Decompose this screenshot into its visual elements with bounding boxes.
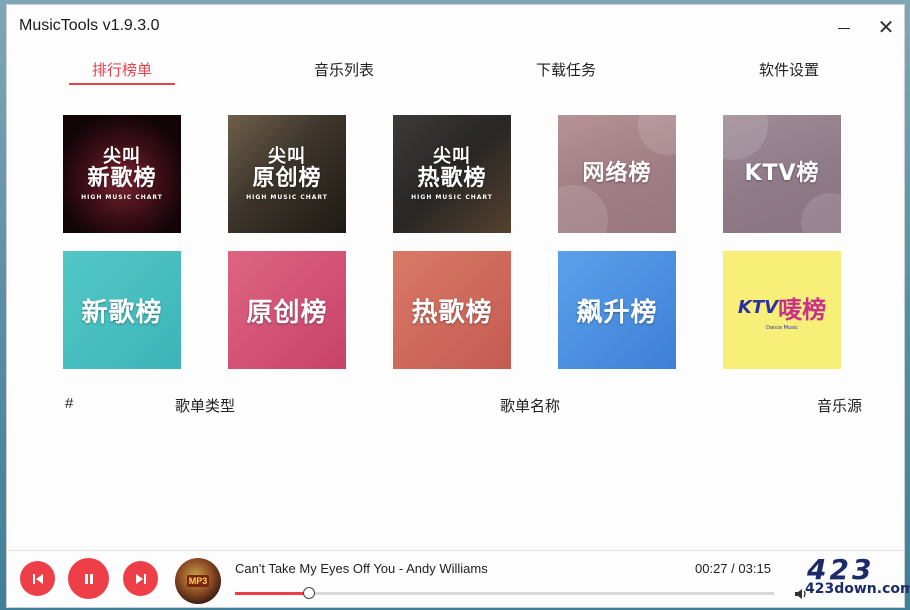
chart-tile-hot[interactable]: 热歌榜 — [393, 251, 511, 369]
tile-line1: 尖叫 — [433, 146, 471, 167]
track-title: Can't Take My Eyes Off You - Andy Willia… — [235, 561, 488, 576]
tile-line2: 热歌榜 — [417, 165, 487, 191]
tab-charts[interactable]: 排行榜单 — [67, 59, 177, 80]
window-title: MusicTools v1.9.3.0 — [19, 17, 160, 34]
column-header-source: 音乐源 — [817, 398, 863, 415]
tab-music-list[interactable]: 音乐列表 — [289, 59, 399, 80]
tile-line1: 飙升榜 — [576, 297, 658, 328]
skip-previous-icon — [32, 573, 43, 584]
chart-tile-hot-high[interactable]: 尖叫 热歌榜 HIGH MUSIC CHART — [393, 115, 511, 233]
player-divider — [7, 550, 904, 551]
watermark-domain: 423down.com — [805, 581, 910, 597]
column-header-name: 歌单名称 — [500, 398, 561, 415]
minimize-icon — [838, 27, 850, 29]
close-icon: ✕ — [877, 16, 895, 39]
chart-tile-ktv[interactable]: KTV榜 — [723, 115, 841, 233]
progress-bar[interactable] — [235, 587, 774, 599]
chart-tile-original-high[interactable]: 尖叫 原创榜 HIGH MUSIC CHART — [228, 115, 346, 233]
close-button[interactable]: ✕ — [871, 13, 901, 41]
total-time: 03:15 — [738, 561, 771, 576]
current-time: 00:27 — [695, 561, 728, 576]
album-cover: MP3 — [175, 558, 221, 604]
main-tabs: 排行榜单 音乐列表 下载任务 软件设置 — [7, 53, 904, 87]
next-button[interactable] — [123, 561, 158, 596]
ktv-logo: KTV 唛榜 — [738, 290, 826, 325]
active-tab-indicator — [69, 83, 175, 85]
chart-tile-new-songs-high[interactable]: 尖叫 新歌榜 HIGH MUSIC CHART — [63, 115, 181, 233]
tile-decoration — [801, 193, 841, 233]
app-window: MusicTools v1.9.3.0 ✕ 排行榜单 音乐列表 下载任务 软件设… — [6, 4, 910, 609]
tile-line1: 热歌榜 — [411, 297, 493, 328]
tile-line1: 尖叫 — [103, 146, 141, 167]
tile-line1: 唛榜 — [778, 295, 827, 324]
tile-line1: 尖叫 — [268, 146, 306, 167]
tab-downloads[interactable]: 下载任务 — [511, 59, 621, 80]
tile-sub: Dance Music — [766, 324, 798, 331]
chart-tile-rising[interactable]: 飙升榜 — [558, 251, 676, 369]
tile-line1: KTV榜 — [744, 160, 820, 186]
tile-line1: 网络榜 — [582, 160, 652, 186]
chart-tile-network[interactable]: 网络榜 — [558, 115, 676, 233]
time-separator: / — [727, 561, 739, 576]
tile-sub: HIGH MUSIC CHART — [411, 193, 493, 201]
tile-line2: 原创榜 — [252, 165, 322, 191]
tile-decoration — [638, 115, 676, 155]
column-header-type: 歌单类型 — [175, 398, 236, 415]
cover-tag: MP3 — [186, 575, 210, 587]
track-time: 00:27 / 03:15 — [695, 561, 771, 576]
tile-decoration — [723, 115, 768, 160]
pause-button[interactable] — [68, 558, 109, 599]
minimize-button[interactable] — [829, 13, 859, 41]
title-bar[interactable]: MusicTools v1.9.3.0 ✕ — [7, 5, 904, 45]
watermark: 423 423down.com — [803, 553, 910, 609]
progress-handle[interactable] — [303, 587, 315, 599]
chart-tile-original[interactable]: 原创榜 — [228, 251, 346, 369]
chart-tile-new-songs[interactable]: 新歌榜 — [63, 251, 181, 369]
tile-decoration — [558, 185, 608, 233]
ktv-logo-text: KTV — [737, 296, 779, 318]
tile-sub: HIGH MUSIC CHART — [81, 193, 163, 201]
tile-sub: HIGH MUSIC CHART — [246, 193, 328, 201]
tile-line1: 新歌榜 — [81, 297, 163, 328]
tab-settings[interactable]: 软件设置 — [734, 59, 844, 80]
skip-next-icon — [135, 573, 146, 584]
column-header-index: # — [65, 395, 74, 412]
progress-fill — [235, 592, 309, 595]
chart-tile-ktv-mai[interactable]: KTV 唛榜 Dance Music — [723, 251, 841, 369]
pause-icon — [84, 573, 93, 584]
tile-line1: 原创榜 — [246, 297, 328, 328]
previous-button[interactable] — [20, 561, 55, 596]
tile-line2: 新歌榜 — [87, 165, 157, 191]
